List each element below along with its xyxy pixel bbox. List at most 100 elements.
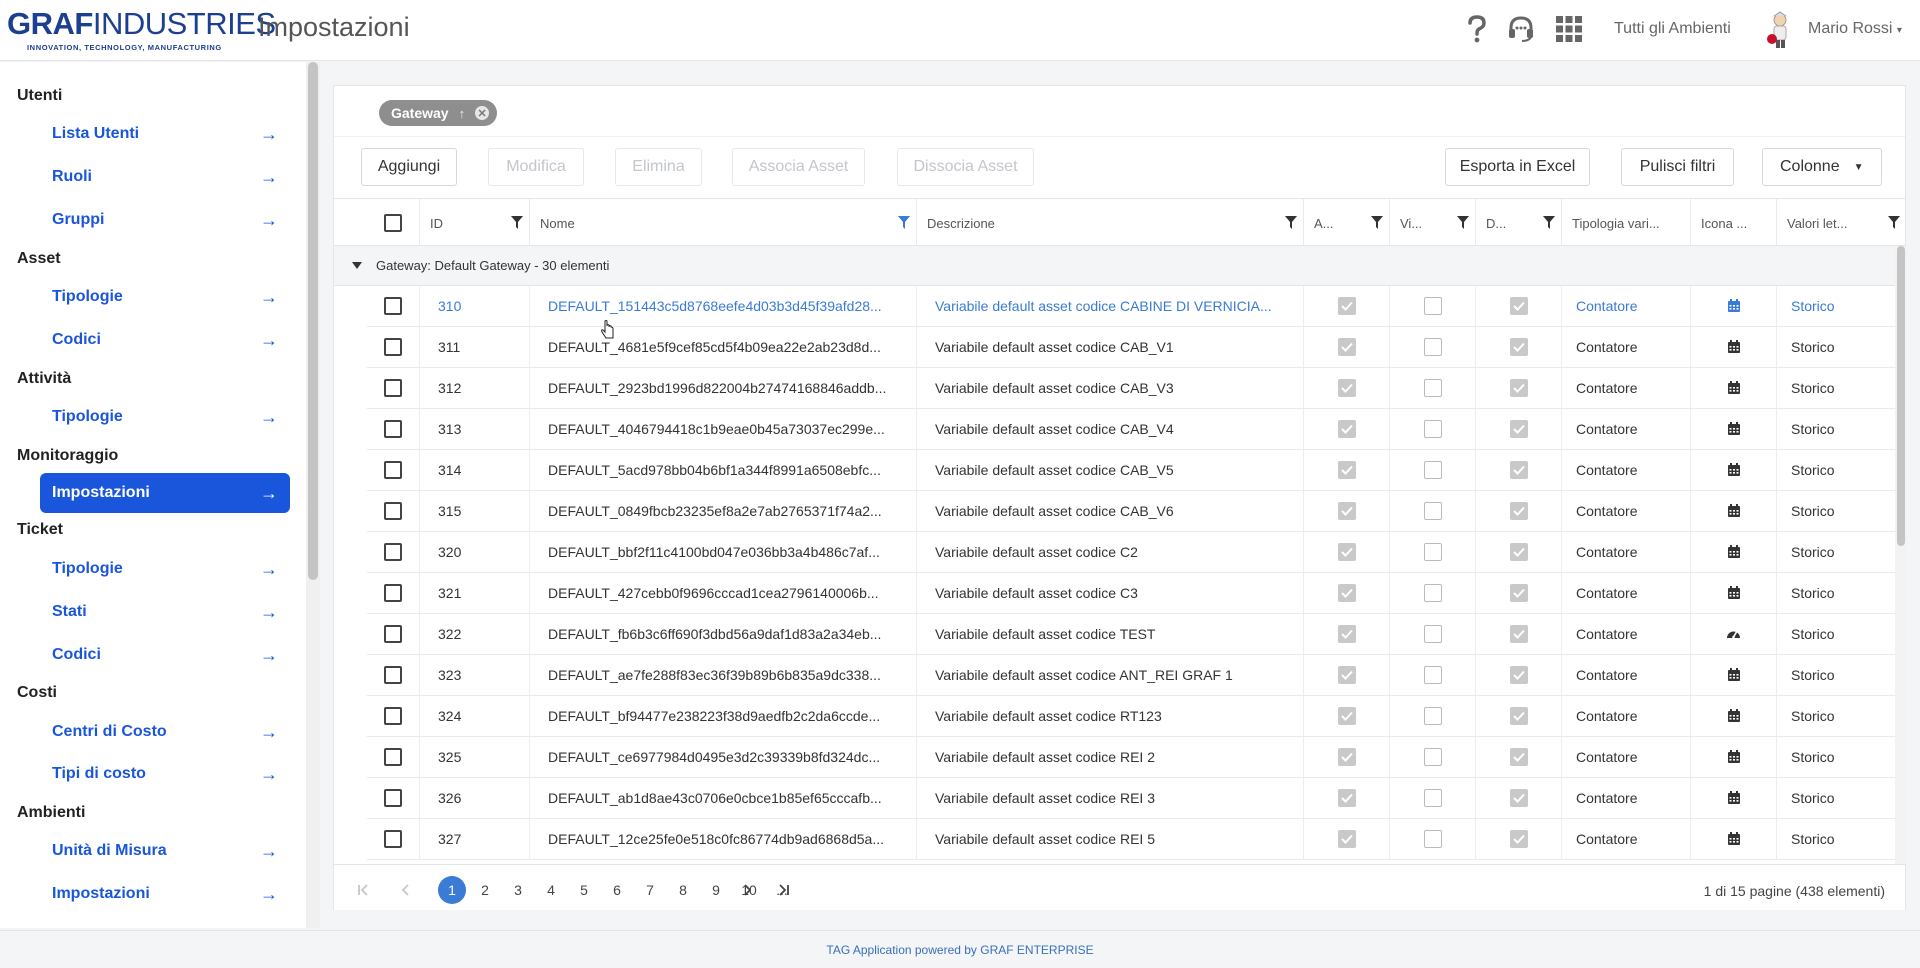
column-header-a[interactable]: A... (1303, 199, 1389, 247)
row-checkbox[interactable] (384, 748, 402, 766)
row-checkbox[interactable] (384, 461, 402, 479)
filter-icon[interactable] (511, 216, 523, 232)
group-row[interactable]: Gateway: Default Gateway - 30 elementi (334, 246, 1895, 286)
columns-dropdown-button[interactable]: Colonne ▼ (1762, 148, 1882, 186)
table-row[interactable]: 325 DEFAULT_ce6977984d0495e3d2c39339b8fd3… (367, 737, 1895, 778)
filter-icon[interactable] (1457, 216, 1469, 232)
row-checkbox[interactable] (384, 502, 402, 520)
table-row[interactable]: 324 DEFAULT_bf94477e238223f38d9aedfb2c2da… (367, 696, 1895, 737)
table-row[interactable]: 311 DEFAULT_4681e5f9cef85cd5f4b09ea22e2ab… (367, 327, 1895, 368)
sidebar-item-gruppi[interactable]: Gruppi → (40, 200, 290, 240)
table-row[interactable]: 315 DEFAULT_0849fbcb23235ef8a2e7ab2765371… (367, 491, 1895, 532)
group-by-chip[interactable]: Gateway ↑ ✕ (379, 100, 498, 126)
last-page-icon[interactable] (770, 876, 798, 904)
table-row[interactable]: 314 DEFAULT_5acd978bb04b6bf1a344f8991a650… (367, 450, 1895, 491)
grid-icon[interactable] (1554, 14, 1584, 44)
clear-filters-button[interactable]: Pulisci filtri (1621, 148, 1734, 186)
sidebar-scrollbar[interactable] (308, 62, 318, 580)
sidebar-item-unita-di-misura[interactable]: Unità di Misura → (40, 831, 290, 871)
page-button[interactable]: 7 (636, 876, 664, 904)
row-checkbox[interactable] (384, 338, 402, 356)
first-page-icon[interactable] (349, 876, 377, 904)
delete-button[interactable]: Elimina (615, 148, 702, 186)
collapse-caret-icon[interactable] (352, 262, 362, 269)
headset-icon[interactable] (1506, 14, 1536, 44)
sidebar-item-asset-codici[interactable]: Codici → (40, 320, 290, 360)
table-row[interactable]: 313 DEFAULT_4046794418c1b9eae0b45a73037ec… (367, 409, 1895, 450)
column-header-descrizione[interactable]: Descrizione (916, 199, 1303, 247)
calendar-icon (1690, 450, 1776, 490)
table-row[interactable]: 312 DEFAULT_2923bd1996d822004b27474168846… (367, 368, 1895, 409)
prev-page-icon[interactable] (392, 876, 420, 904)
page-button[interactable]: 9 (702, 876, 730, 904)
page-button[interactable]: 6 (603, 876, 631, 904)
sidebar-item-ticket-stati[interactable]: Stati → (40, 592, 290, 632)
sidebar-item-lista-utenti[interactable]: Lista Utenti → (40, 114, 290, 154)
sidebar-item-ruoli[interactable]: Ruoli → (40, 157, 290, 197)
next-page-icon[interactable] (733, 876, 761, 904)
dissociate-asset-button[interactable]: Dissocia Asset (897, 148, 1034, 186)
filter-icon[interactable] (1888, 216, 1900, 232)
row-checkbox[interactable] (384, 297, 402, 315)
filter-active-icon[interactable] (898, 216, 910, 232)
row-checkbox[interactable] (384, 420, 402, 438)
column-header-icona[interactable]: Icona ... (1690, 199, 1776, 247)
sidebar-item-ticket-codici[interactable]: Codici → (40, 635, 290, 675)
user-menu[interactable]: Mario Rossi ▾ (1808, 20, 1902, 38)
add-button[interactable]: Aggiungi (361, 148, 457, 186)
page-button[interactable]: 5 (570, 876, 598, 904)
environment-selector[interactable]: Tutti gli Ambienti (1614, 20, 1731, 38)
column-header-valori[interactable]: Valori let... (1776, 199, 1906, 247)
sidebar-item-asset-tipologie[interactable]: Tipologie → (40, 277, 290, 317)
edit-button[interactable]: Modifica (488, 148, 584, 186)
table-row[interactable]: 323 DEFAULT_ae7fe288f83ec36f39b89b6b835a9… (367, 655, 1895, 696)
row-checkbox[interactable] (384, 379, 402, 397)
table-row[interactable]: 310 DEFAULT_151443c5d8768eefe4d03b3d45f39… (367, 286, 1895, 327)
filter-icon[interactable] (1371, 216, 1383, 232)
filter-icon[interactable] (1543, 216, 1555, 232)
sidebar-item-centri-di-costo[interactable]: Centri di Costo → (40, 712, 290, 752)
help-icon[interactable] (1462, 14, 1492, 44)
row-checkbox[interactable] (384, 543, 402, 561)
table-row[interactable]: 326 DEFAULT_ab1d8ae43c0706e0cbce1b85ef65c… (367, 778, 1895, 819)
row-checkbox[interactable] (384, 625, 402, 643)
page-button[interactable]: 4 (537, 876, 565, 904)
cell-id: 312 (419, 368, 529, 408)
sidebar-item-ticket-tipologie[interactable]: Tipologie → (40, 549, 290, 589)
remove-chip-icon[interactable]: ✕ (475, 106, 490, 120)
cell-tipologia: Contatore (1561, 450, 1690, 490)
sidebar-item-tipi-di-costo[interactable]: Tipi di costo → (40, 754, 290, 794)
column-header-id[interactable]: ID (419, 199, 529, 247)
page-button[interactable]: 8 (669, 876, 697, 904)
filter-icon[interactable] (1285, 216, 1297, 232)
sidebar-item-ambienti-impostazioni[interactable]: Impostazioni → (40, 874, 290, 914)
table-row[interactable]: 327 DEFAULT_12ce25fe0e518c0fc86774db9ad68… (367, 819, 1895, 860)
row-checkbox[interactable] (384, 666, 402, 684)
column-header-tipologia[interactable]: Tipologia vari... (1561, 199, 1690, 247)
table-row[interactable]: 322 DEFAULT_fb6b3c6ff690f3dbd56a9daf1d83a… (367, 614, 1895, 655)
export-excel-button[interactable]: Esporta in Excel (1445, 148, 1590, 186)
company-logo[interactable]: GRAFINDUSTRIES INNOVATION, TECHNOLOGY, M… (7, 8, 276, 54)
associate-asset-button[interactable]: Associa Asset (732, 148, 865, 186)
row-select-cell (367, 286, 419, 326)
column-header-nome[interactable]: Nome (529, 199, 916, 247)
row-checkbox[interactable] (384, 789, 402, 807)
page-button[interactable]: 2 (471, 876, 499, 904)
sidebar-item-monitoraggio-impostazioni[interactable]: Impostazioni → (40, 473, 290, 513)
page-button[interactable]: 3 (504, 876, 532, 904)
page-button[interactable]: 1 (438, 876, 466, 904)
row-checkbox[interactable] (384, 830, 402, 848)
table-scrollbar[interactable] (1897, 246, 1905, 546)
table-row[interactable]: 320 DEFAULT_bbf2f11c4100bd047e036bb3a4b48… (367, 532, 1895, 573)
sidebar-item-attivita-tipologie[interactable]: Tipologie → (40, 397, 290, 437)
row-checkbox[interactable] (384, 707, 402, 725)
sort-ascending-icon[interactable]: ↑ (459, 106, 466, 121)
calendar-icon (1690, 368, 1776, 408)
column-header-d[interactable]: D... (1475, 199, 1561, 247)
table-row[interactable]: 321 DEFAULT_427cebb0f9696cccad1cea2796140… (367, 573, 1895, 614)
user-avatar[interactable] (1766, 11, 1794, 49)
column-header-vi[interactable]: Vi... (1389, 199, 1475, 247)
select-all-checkbox[interactable] (384, 214, 402, 232)
row-checkbox[interactable] (384, 584, 402, 602)
cell-d (1475, 368, 1561, 408)
